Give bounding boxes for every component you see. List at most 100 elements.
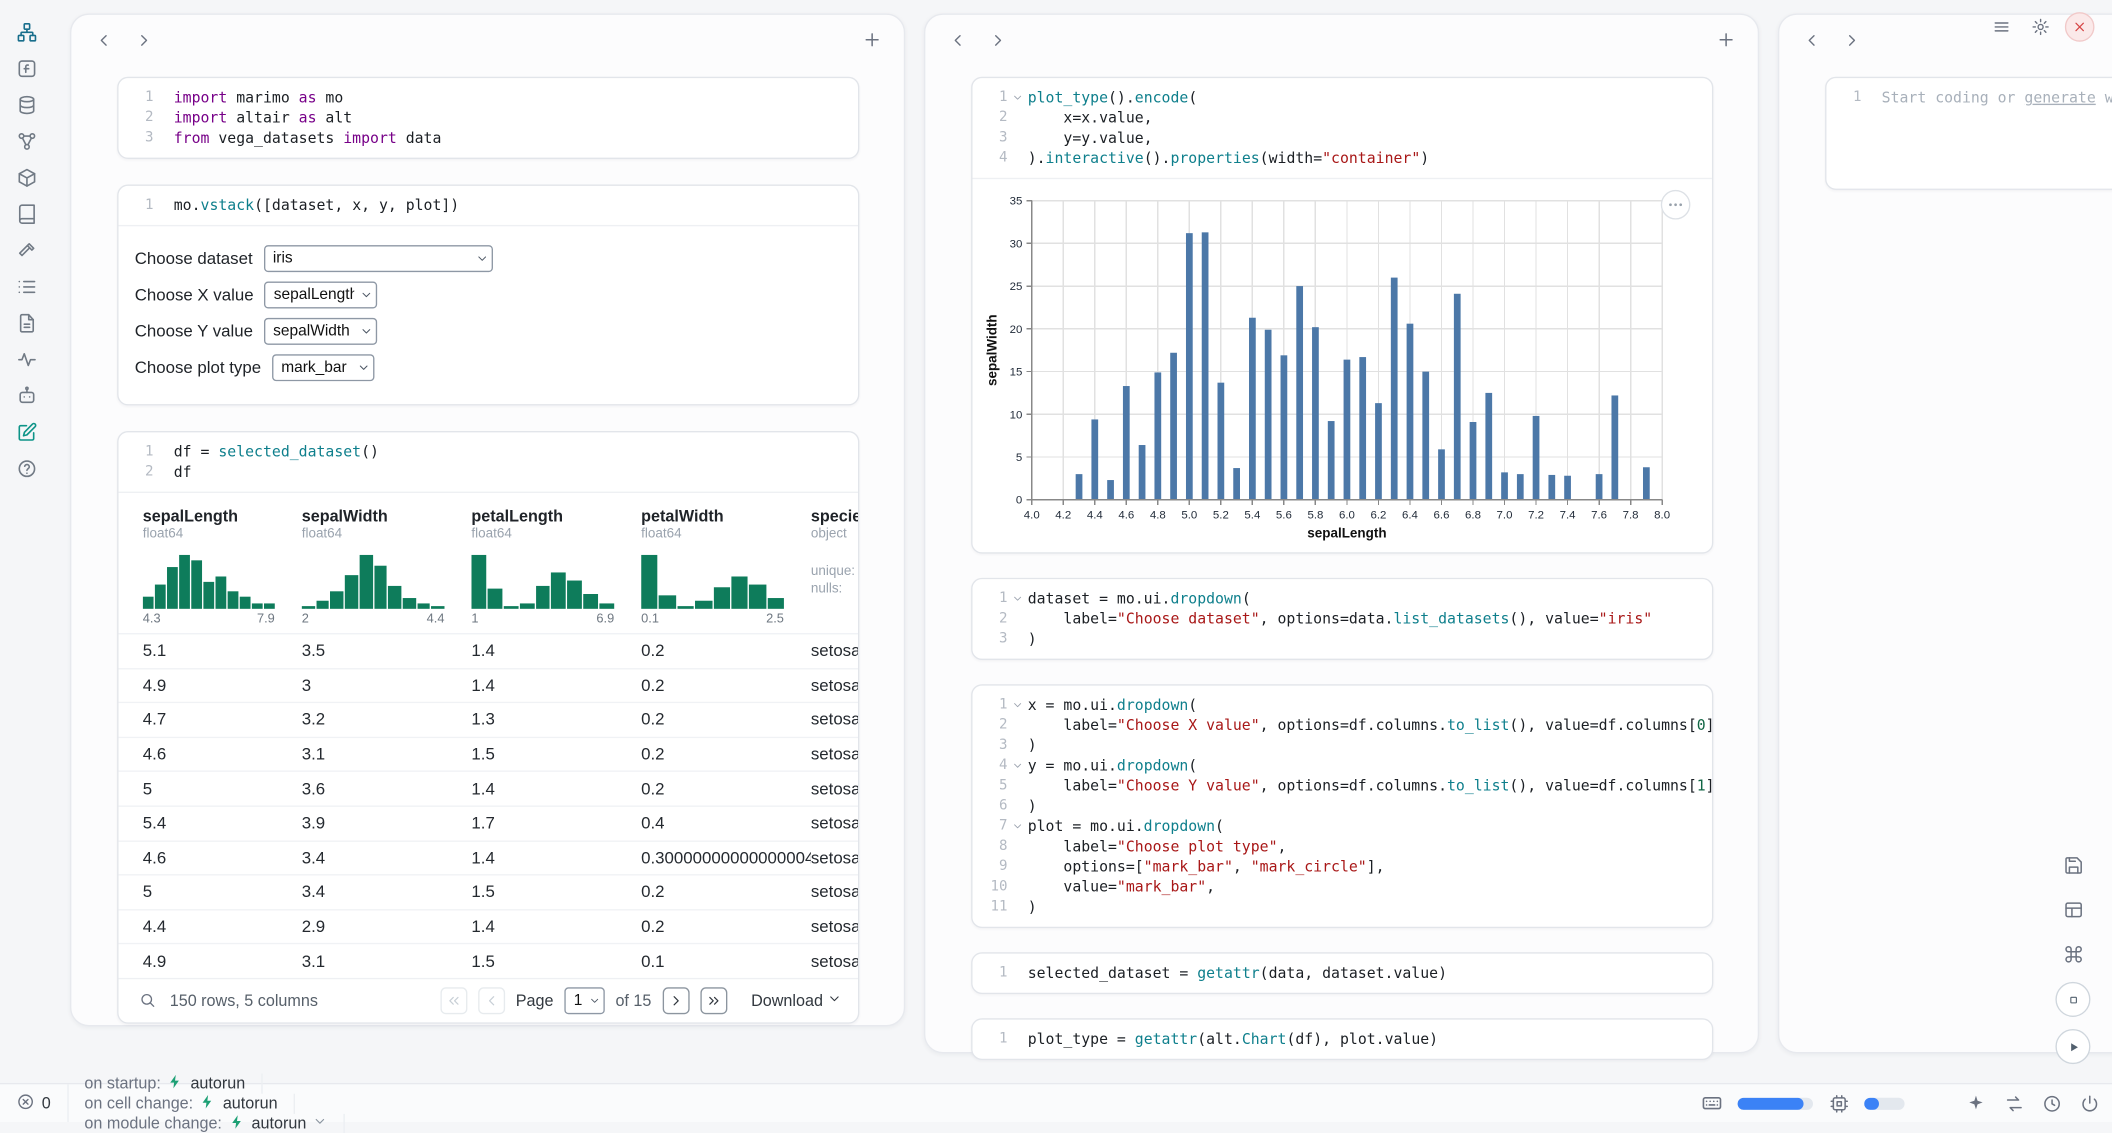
control-row: Choose plot typemark_bar <box>135 349 842 385</box>
svg-text:7.2: 7.2 <box>1528 510 1544 522</box>
table-row[interactable]: 5.43.91.70.4setosa <box>119 805 858 839</box>
notebook-tree-icon <box>16 22 38 44</box>
generate-link[interactable]: generate <box>2024 89 2095 107</box>
chevron-left-icon <box>1802 30 1821 49</box>
table-row[interactable]: 4.93.11.50.1setosa <box>119 943 858 977</box>
table-row[interactable]: 4.63.41.40.30000000000000004setosa <box>119 840 858 874</box>
keyboard-shortcuts-button[interactable] <box>1700 1091 1724 1115</box>
code-editor[interactable]: 1df = selected_dataset()2df <box>119 432 858 491</box>
table-row[interactable]: 53.41.50.2setosa <box>119 874 858 908</box>
sidebar-item-functions[interactable] <box>11 53 43 85</box>
table-row[interactable]: 5.13.51.40.2setosa <box>119 633 858 667</box>
column-next-button[interactable] <box>982 26 1014 58</box>
sync-button[interactable] <box>2002 1091 2026 1115</box>
chevron-down-icon <box>827 991 842 1006</box>
column-header-sepalWidth[interactable]: sepalWidthfloat6424.4 <box>302 506 472 633</box>
fold-caret[interactable] <box>1008 756 1028 776</box>
sidebar-item-outline[interactable] <box>11 307 43 339</box>
machine-stats-area <box>1700 1091 2112 1115</box>
sidebar-item-notebook-tree[interactable] <box>11 16 43 48</box>
ai-button[interactable] <box>1964 1091 1988 1115</box>
table-row[interactable]: 4.63.11.50.2setosa <box>119 736 858 770</box>
column-range: 0.12.5 <box>641 612 784 634</box>
code-editor[interactable]: 1mo.vstack([dataset, x, y, plot]) <box>119 186 858 225</box>
column-prev-button[interactable] <box>942 26 974 58</box>
save-button[interactable] <box>2057 849 2089 881</box>
notebook-menu-button[interactable] <box>1987 12 2017 42</box>
x-select[interactable]: sepalLength <box>264 281 377 308</box>
column-prev-button[interactable] <box>88 26 120 58</box>
code-editor[interactable]: 1dataset = mo.ui.dropdown(2 label="Choos… <box>972 579 1711 658</box>
prev-page-button[interactable] <box>478 987 505 1014</box>
shutdown-button[interactable] <box>2065 12 2095 42</box>
range-max: 4.4 <box>427 612 445 627</box>
fold-caret[interactable] <box>1008 88 1028 108</box>
shortcuts-button[interactable] <box>2057 937 2089 969</box>
chevron-left-icon <box>94 30 113 49</box>
table-row[interactable]: 4.931.40.2setosa <box>119 668 858 702</box>
column-header-sepalLength[interactable]: sepalLengthfloat644.37.9 <box>143 506 302 633</box>
code-editor[interactable]: 1plot_type().encode(2 x=x.value,3 y=y.va… <box>972 78 1711 178</box>
page-select[interactable]: 1 <box>564 987 604 1014</box>
zap-icon <box>229 1113 245 1133</box>
chart-actions-button[interactable] <box>1661 190 1691 220</box>
dataset-select[interactable]: iris <box>263 244 492 271</box>
run-all-button[interactable] <box>2055 1029 2090 1064</box>
code-editor[interactable]: 1selected_dataset = getattr(data, datase… <box>972 954 1711 993</box>
sidebar-item-datasets[interactable] <box>11 89 43 121</box>
line-number: 2 <box>119 462 154 482</box>
table-row[interactable]: 4.73.21.30.2setosa <box>119 702 858 736</box>
table-row[interactable]: 4.42.91.40.2setosa <box>119 909 858 943</box>
on-module-change-config[interactable]: on module change:autorun <box>68 1113 345 1133</box>
sidebar-item-packages[interactable] <box>11 162 43 194</box>
interrupt-button[interactable] <box>2055 982 2090 1017</box>
column-header-petalWidth[interactable]: petalWidthfloat640.12.5 <box>641 506 811 633</box>
table-row[interactable]: 53.61.40.2setosa <box>119 771 858 805</box>
fold-caret[interactable] <box>1008 816 1028 836</box>
history-button[interactable] <box>2039 1091 2063 1115</box>
fold-caret[interactable] <box>1008 589 1028 609</box>
last-page-button[interactable] <box>700 987 727 1014</box>
code-editor[interactable]: 1x = mo.ui.dropdown(2 label="Choose X va… <box>972 686 1711 927</box>
on-startup-config[interactable]: on startup:autorun <box>68 1073 263 1093</box>
add-cell-button[interactable] <box>855 26 887 58</box>
code-editor[interactable]: 1plot_type = getattr(alt.Chart(df), plot… <box>972 1020 1711 1059</box>
sidebar-item-scratchpad[interactable] <box>11 416 43 448</box>
cpu-icon[interactable] <box>1826 1091 1850 1115</box>
error-indicator[interactable]: 0 <box>0 1084 68 1122</box>
sidebar-item-help[interactable] <box>11 453 43 485</box>
power-button[interactable] <box>2077 1091 2101 1115</box>
sidebar-item-documentation[interactable] <box>11 198 43 230</box>
chevron-left-icon <box>948 30 967 49</box>
sidebar-item-tracing[interactable] <box>11 343 43 375</box>
marimo-notebook-app: 1import marimo as mo2import altair as al… <box>0 0 2112 1122</box>
sidebar-item-tools[interactable] <box>11 234 43 266</box>
plot-type-select[interactable]: mark_bar <box>272 354 374 381</box>
column-prev-button[interactable] <box>1795 26 1827 58</box>
fold-caret[interactable] <box>1008 695 1028 715</box>
column-name: sepalWidth <box>302 506 458 525</box>
code-line: ) <box>1028 796 1037 816</box>
next-page-button[interactable] <box>662 987 689 1014</box>
column-next-button[interactable] <box>1836 26 1868 58</box>
code-editor[interactable]: 1import marimo as mo2import altair as al… <box>119 78 858 157</box>
layout-button[interactable] <box>2057 893 2089 925</box>
settings-button[interactable] <box>2026 12 2056 42</box>
y-select[interactable]: sepalWidth <box>264 317 377 344</box>
line-number: 3 <box>119 128 154 148</box>
line-number: 7 <box>972 816 1007 836</box>
sidebar-item-logs[interactable] <box>11 271 43 303</box>
table-search-button[interactable] <box>135 989 159 1013</box>
column-next-button[interactable] <box>128 26 160 58</box>
svg-text:30: 30 <box>1010 238 1023 250</box>
sidebar-item-dependency-graph[interactable] <box>11 125 43 157</box>
column-header-petalLength[interactable]: petalLengthfloat6416.9 <box>471 506 641 633</box>
code-editor[interactable]: 1 Start coding or generate with AI <box>1826 78 2112 188</box>
on-cell-change-config[interactable]: on cell change:autorun <box>68 1093 295 1113</box>
column-header-species[interactable]: speciesobjectunique:nulls: <box>811 506 859 633</box>
add-cell-button[interactable] <box>1709 26 1741 58</box>
download-button[interactable]: Download <box>751 991 842 1010</box>
sidebar-item-ai-assistant[interactable] <box>11 380 43 412</box>
cell-xy-plot-dropdowns-cell: 1x = mo.ui.dropdown(2 label="Choose X va… <box>971 684 1713 928</box>
first-page-button[interactable] <box>440 987 467 1014</box>
